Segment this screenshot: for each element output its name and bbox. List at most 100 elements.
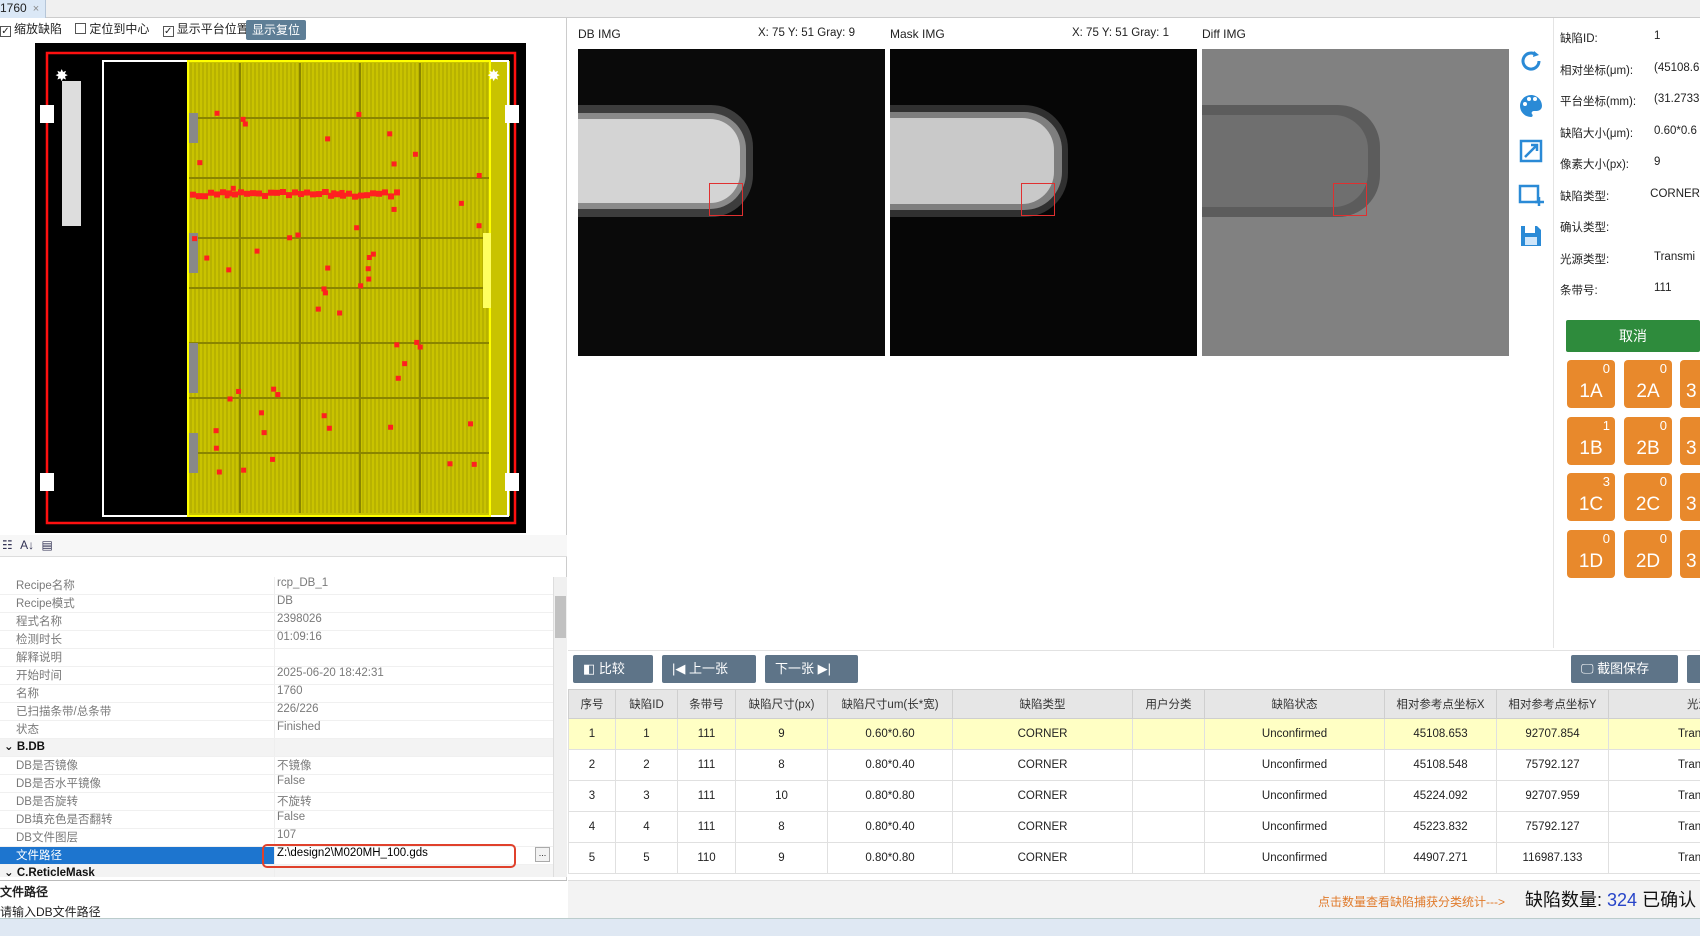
class-button-1d[interactable]: 01D bbox=[1567, 530, 1615, 578]
table-row[interactable]: 2211180.80*0.40CORNERUnconfirmed45108.54… bbox=[569, 750, 1700, 781]
cell: 1 bbox=[616, 719, 678, 750]
property-row[interactable]: 开始时间2025-06-20 18:42:31 bbox=[0, 667, 553, 685]
property-row[interactable]: DB是否旋转不旋转 bbox=[0, 793, 553, 811]
col-header[interactable]: 相对参考点坐标Y bbox=[1497, 690, 1609, 719]
more-button[interactable] bbox=[1687, 655, 1700, 683]
property-row[interactable]: 状态Finished bbox=[0, 721, 553, 739]
property-row[interactable]: 名称1760 bbox=[0, 685, 553, 703]
col-header[interactable]: 缺陷类型 bbox=[953, 690, 1133, 719]
property-row[interactable]: DB填充色是否翻转False bbox=[0, 811, 553, 829]
table-row[interactable]: 1111190.60*0.60CORNERUnconfirmed45108.65… bbox=[569, 719, 1700, 750]
property-value[interactable]: 不旋转 bbox=[274, 793, 553, 810]
category-db[interactable]: ⌄ B.DB bbox=[0, 739, 553, 757]
next-button[interactable]: 下一张 ▶| bbox=[765, 655, 858, 683]
property-row[interactable]: DB是否水平镜像False bbox=[0, 775, 553, 793]
category-label: ⌄ B.DB bbox=[0, 739, 274, 756]
col-header[interactable]: 相对参考点坐标X bbox=[1385, 690, 1497, 719]
property-key: 文件路径 bbox=[0, 847, 274, 864]
property-row[interactable]: Recipe模式DB bbox=[0, 595, 553, 613]
sort-az-icon[interactable]: A↓ bbox=[20, 538, 34, 552]
reset-view-button[interactable]: 显示复位 bbox=[246, 20, 306, 40]
defect-count-value[interactable]: 324 bbox=[1607, 890, 1637, 910]
col-header[interactable]: 光源 bbox=[1609, 690, 1700, 719]
property-key: 开始时间 bbox=[0, 667, 274, 684]
property-value[interactable]: 226/226 bbox=[274, 703, 553, 720]
class-button-2b[interactable]: 02B bbox=[1624, 417, 1672, 465]
property-value[interactable]: 1760 bbox=[274, 685, 553, 702]
property-value[interactable]: Finished bbox=[274, 721, 553, 738]
wafer-map[interactable]: ✸ ✸ bbox=[35, 43, 526, 533]
property-value[interactable] bbox=[274, 649, 553, 666]
screenshot-icon: 🖵 bbox=[1581, 661, 1597, 676]
class-button-1c[interactable]: 31C bbox=[1567, 473, 1615, 521]
class-count: 0 bbox=[1660, 531, 1667, 546]
property-value[interactable]: False bbox=[274, 775, 553, 792]
class-button-3d[interactable]: 3 bbox=[1680, 530, 1700, 578]
save-icon[interactable] bbox=[1517, 222, 1545, 250]
property-value[interactable]: DB bbox=[274, 595, 553, 612]
class-button-1a[interactable]: 01A bbox=[1567, 360, 1615, 408]
info-row: 缺陷大小(μm):0.60*0.6 bbox=[1560, 125, 1700, 157]
property-value[interactable]: 2398026 bbox=[274, 613, 553, 630]
property-value[interactable]: 01:09:16 bbox=[274, 631, 553, 648]
class-button-2d[interactable]: 02D bbox=[1624, 530, 1672, 578]
diff-image[interactable] bbox=[1202, 49, 1509, 356]
property-row[interactable]: 已扫描条带/总条带226/226 bbox=[0, 703, 553, 721]
screenshot-save-button[interactable]: 🖵 截图保存 bbox=[1571, 655, 1678, 683]
locate-center-checkbox[interactable] bbox=[75, 23, 86, 34]
cell: 0.80*0.40 bbox=[828, 750, 953, 781]
show-stage-checkbox[interactable]: ✓ bbox=[163, 26, 174, 37]
palette-icon[interactable] bbox=[1517, 92, 1545, 120]
defect-count[interactable]: 缺陷数量: 324 已确认 bbox=[1525, 886, 1696, 912]
categorized-icon[interactable]: ☷ bbox=[2, 538, 13, 552]
table-row[interactable]: 33111100.80*0.80CORNERUnconfirmed45224.0… bbox=[569, 781, 1700, 812]
add-region-icon[interactable] bbox=[1517, 180, 1545, 208]
cell: 92707.959 bbox=[1497, 781, 1609, 812]
class-button-1b[interactable]: 11B bbox=[1567, 417, 1615, 465]
property-row[interactable]: 程式名称2398026 bbox=[0, 613, 553, 631]
col-header[interactable]: 用户分类 bbox=[1133, 690, 1205, 719]
cell bbox=[1133, 719, 1205, 750]
property-page-icon[interactable]: ▤ bbox=[41, 538, 52, 552]
col-header[interactable]: 条带号 bbox=[678, 690, 736, 719]
class-button-3a[interactable]: 3 bbox=[1680, 360, 1700, 408]
defect-info-panel: 缺陷ID:1 相对坐标(μm):(45108.6 平台坐标(mm):(31.27… bbox=[1560, 30, 1700, 314]
cell: Transmi bbox=[1609, 781, 1700, 812]
property-row[interactable]: Recipe名称rcp_DB_1 bbox=[0, 577, 553, 595]
property-value[interactable]: 2025-06-20 18:42:31 bbox=[274, 667, 553, 684]
tab-1760[interactable]: 1760× bbox=[0, 0, 46, 18]
property-row[interactable]: 检测时长01:09:16 bbox=[0, 631, 553, 649]
prev-button[interactable]: |◀ 上一张 bbox=[662, 655, 756, 683]
compare-icon: ◧ bbox=[583, 661, 599, 676]
cancel-button[interactable]: 取消 bbox=[1566, 320, 1700, 352]
cell: Transmi bbox=[1609, 719, 1700, 750]
class-button-2c[interactable]: 02C bbox=[1624, 473, 1672, 521]
expand-icon[interactable] bbox=[1517, 137, 1545, 165]
table-row[interactable]: 4411180.80*0.40CORNERUnconfirmed45223.83… bbox=[569, 812, 1700, 843]
property-value[interactable]: False bbox=[274, 811, 553, 828]
class-button-3c[interactable]: 3 bbox=[1680, 473, 1700, 521]
browse-button[interactable]: ... bbox=[535, 847, 550, 862]
scrollbar-thumb[interactable] bbox=[555, 596, 566, 638]
zoom-defect-checkbox[interactable]: ✓ bbox=[0, 26, 11, 37]
stats-hint[interactable]: 点击数量查看缺陷捕获分类统计---> bbox=[1318, 893, 1505, 910]
compare-button[interactable]: ◧ 比较 bbox=[573, 655, 653, 683]
col-header[interactable]: 缺陷状态 bbox=[1205, 690, 1385, 719]
col-header[interactable]: 缺陷ID bbox=[616, 690, 678, 719]
refresh-icon[interactable] bbox=[1517, 47, 1545, 75]
mask-image[interactable] bbox=[890, 49, 1197, 356]
property-row[interactable]: 解释说明 bbox=[0, 649, 553, 667]
col-header[interactable]: 缺陷尺寸(px) bbox=[736, 690, 828, 719]
property-row[interactable]: DB是否镜像不镜像 bbox=[0, 757, 553, 775]
col-header[interactable]: 序号 bbox=[569, 690, 616, 719]
db-image[interactable] bbox=[578, 49, 885, 356]
table-row[interactable]: 5511090.80*0.80CORNERUnconfirmed44907.27… bbox=[569, 843, 1700, 874]
property-value[interactable]: rcp_DB_1 bbox=[274, 577, 553, 594]
info-key: 缺陷ID: bbox=[1560, 30, 1654, 62]
class-button-3b[interactable]: 3 bbox=[1680, 417, 1700, 465]
property-value[interactable]: 不镜像 bbox=[274, 757, 553, 774]
class-button-2a[interactable]: 02A bbox=[1624, 360, 1672, 408]
close-icon[interactable]: × bbox=[33, 3, 39, 15]
col-header[interactable]: 缺陷尺寸um(长*宽) bbox=[828, 690, 953, 719]
cell: Transmi bbox=[1609, 843, 1700, 874]
